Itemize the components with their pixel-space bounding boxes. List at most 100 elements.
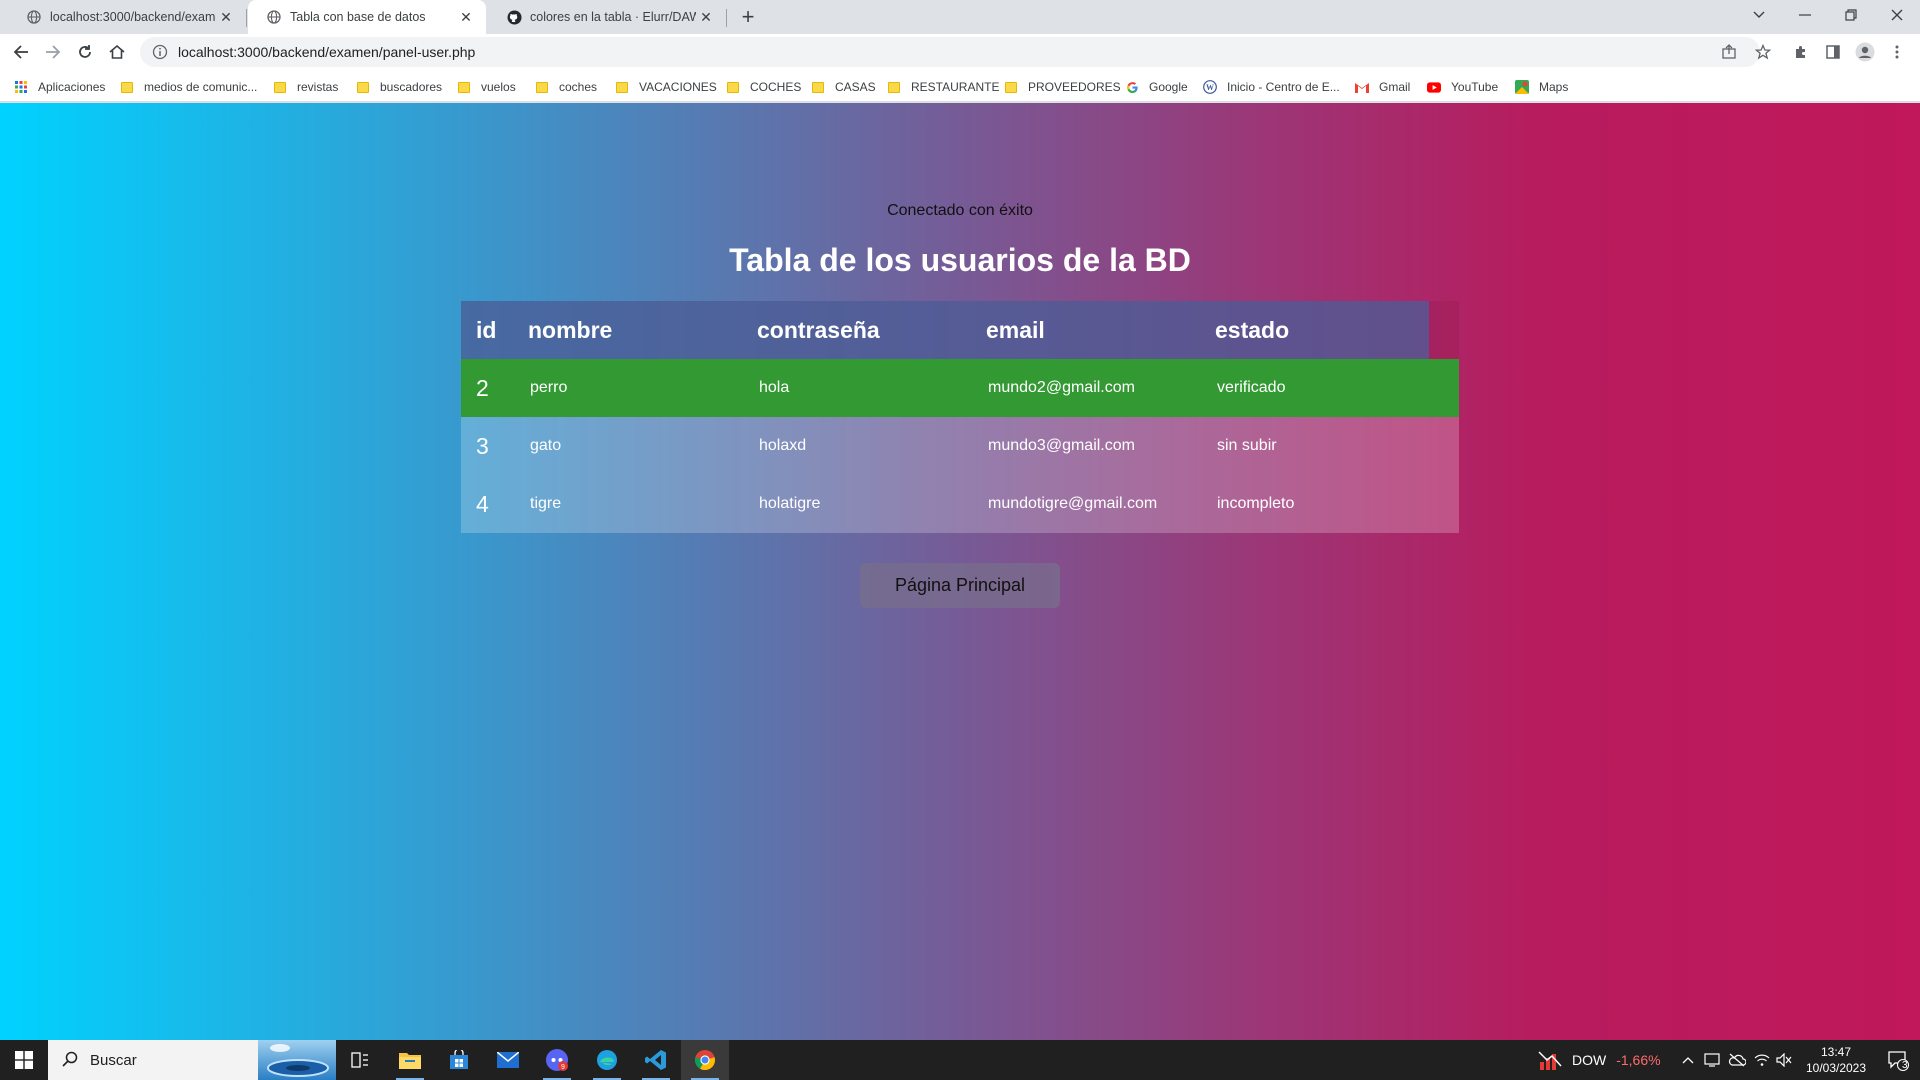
folder-icon <box>120 80 134 94</box>
network-wifi-icon[interactable] <box>1754 1040 1770 1080</box>
edge-browser-icon[interactable] <box>583 1040 631 1080</box>
folder-icon <box>457 80 471 94</box>
folder-icon <box>535 80 549 94</box>
more-menu-icon[interactable] <box>1885 40 1909 64</box>
main-page-button[interactable]: Página Principal <box>860 563 1060 608</box>
home-icon[interactable] <box>103 38 131 66</box>
cell-nombre: tigre <box>530 495 562 512</box>
tab-separator <box>246 9 247 27</box>
bookmark-label: Gmail <box>1379 80 1411 94</box>
windows-taskbar: Buscar 9 DOW -1,66% 13:47 10/03/2023 3 <box>0 1040 1920 1080</box>
chrome-icon[interactable] <box>681 1040 729 1080</box>
column-header-contrasena: contraseña <box>757 316 880 343</box>
header-overflow-cell <box>1429 301 1459 359</box>
bookmark-label: buscadores <box>380 80 443 94</box>
bookmark-folder[interactable]: CASAS <box>811 78 876 96</box>
stock-change: -1,66% <box>1616 1052 1661 1068</box>
column-header-estado: estado <box>1215 316 1290 343</box>
tab-search-chevron-icon[interactable] <box>1736 0 1782 30</box>
system-clock[interactable]: 13:47 10/03/2023 <box>1796 1044 1876 1076</box>
task-view-icon[interactable] <box>336 1040 384 1080</box>
google-icon <box>1125 80 1139 94</box>
bookmark-maps[interactable]: Maps <box>1515 78 1568 96</box>
extensions-puzzle-icon[interactable] <box>1789 40 1813 64</box>
minimize-icon[interactable] <box>1782 0 1828 30</box>
taskbar-search-box[interactable]: Buscar <box>48 1040 336 1080</box>
cell-nombre: gato <box>530 437 562 454</box>
cell-contrasena: holaxd <box>759 437 807 454</box>
users-table: id nombre contraseña email estado 2 perr… <box>461 301 1459 533</box>
bookmark-aplicaciones[interactable]: Aplicaciones <box>14 78 105 96</box>
bookmark-folder[interactable]: revistas <box>273 78 338 96</box>
reload-icon[interactable] <box>71 38 99 66</box>
bookmark-folder[interactable]: COCHES <box>726 78 801 96</box>
volume-muted-icon[interactable] <box>1776 1040 1792 1080</box>
bookmark-folder[interactable]: buscadores <box>356 78 442 96</box>
notification-center-icon[interactable]: 3 <box>1876 1040 1920 1080</box>
file-explorer-icon[interactable] <box>386 1040 434 1080</box>
bookmark-label: vuelos <box>481 80 516 94</box>
show-hidden-icons-chevron-icon[interactable] <box>1682 1040 1694 1080</box>
profile-avatar-icon[interactable] <box>1853 40 1877 64</box>
cell-id: 2 <box>476 374 489 401</box>
page-title: Tabla de los usuarios de la BD <box>729 242 1191 278</box>
stock-widget[interactable]: DOW -1,66% <box>1538 1040 1661 1080</box>
discord-icon[interactable]: 9 <box>533 1040 581 1080</box>
tab-github[interactable]: colores en la tabla · Elurr/DAW-2 ✕ <box>488 0 726 34</box>
bookmark-star-icon[interactable] <box>1751 40 1775 64</box>
close-icon[interactable]: ✕ <box>456 7 476 27</box>
clock-date: 10/03/2023 <box>1805 1061 1867 1075</box>
meet-now-icon[interactable] <box>1704 1040 1720 1080</box>
site-info-icon[interactable] <box>152 44 168 60</box>
globe-icon <box>266 9 282 25</box>
table-row: 2 perro hola mundo2@gmail.com verificado <box>461 359 1459 417</box>
folder-icon <box>615 80 629 94</box>
close-icon[interactable]: ✕ <box>696 7 716 27</box>
folder-icon <box>811 80 825 94</box>
onedrive-offline-icon[interactable] <box>1728 1040 1746 1080</box>
tab-examen[interactable]: localhost:3000/backend/examen/ ✕ <box>8 0 246 34</box>
svg-text:W: W <box>1206 83 1214 92</box>
new-tab-button[interactable]: + <box>735 4 761 30</box>
gmail-icon <box>1355 80 1369 94</box>
bookmark-label: medios de comunic... <box>144 80 258 94</box>
bookmark-google[interactable]: Google <box>1125 78 1188 96</box>
back-arrow-icon[interactable] <box>7 38 35 66</box>
mail-icon[interactable] <box>484 1040 532 1080</box>
bookmark-folder[interactable]: RESTAURANTE <box>887 78 999 96</box>
notification-count: 3 <box>1902 1060 1908 1071</box>
restore-icon[interactable] <box>1828 0 1874 30</box>
folder-icon <box>273 80 287 94</box>
bookmark-gmail[interactable]: Gmail <box>1355 78 1410 96</box>
forward-arrow-icon[interactable] <box>39 38 67 66</box>
search-placeholder: Buscar <box>90 1051 137 1069</box>
tab-tabla-bd[interactable]: Tabla con base de datos ✕ <box>248 0 486 34</box>
page-content: Conectado con éxito Tabla de los usuario… <box>0 103 1920 1040</box>
bookmarks-bar: Aplicaciones medios de comunic... revist… <box>0 70 1920 102</box>
url-text: localhost:3000/backend/examen/panel-user… <box>178 44 476 60</box>
tab-strip: localhost:3000/backend/examen/ ✕ Tabla c… <box>0 0 1920 34</box>
share-icon[interactable] <box>1717 40 1741 64</box>
address-bar[interactable]: localhost:3000/backend/examen/panel-user… <box>140 37 1760 67</box>
bookmark-folder[interactable]: medios de comunic... <box>120 78 257 96</box>
bookmark-youtube[interactable]: YouTube <box>1427 78 1498 96</box>
browser-toolbar: localhost:3000/backend/examen/panel-user… <box>0 34 1920 70</box>
bookmark-wordpress[interactable]: W Inicio - Centro de E... <box>1203 78 1340 96</box>
bookmark-folder[interactable]: vuelos <box>457 78 516 96</box>
side-panel-icon[interactable] <box>1821 40 1845 64</box>
connection-status-text: Conectado con éxito <box>887 202 1033 219</box>
bookmark-folder[interactable]: coches <box>535 78 597 96</box>
bookmark-label: YouTube <box>1451 80 1499 94</box>
vscode-icon[interactable] <box>632 1040 680 1080</box>
bookmark-folder[interactable]: VACACIONES <box>615 78 717 96</box>
bookmark-label: Maps <box>1539 80 1569 94</box>
microsoft-store-icon[interactable] <box>435 1040 483 1080</box>
tab-separator <box>726 9 727 27</box>
windows-start-icon[interactable] <box>0 1040 48 1080</box>
tab-title: colores en la tabla · Elurr/DAW-2 <box>530 10 696 24</box>
close-icon[interactable]: ✕ <box>216 7 236 27</box>
table-row: 4 tigre holatigre mundotigre@gmail.com i… <box>461 475 1459 533</box>
bookmark-folder[interactable]: PROVEEDORES <box>1004 78 1121 96</box>
cell-email: mundo3@gmail.com <box>988 437 1135 454</box>
close-window-icon[interactable] <box>1874 0 1920 30</box>
